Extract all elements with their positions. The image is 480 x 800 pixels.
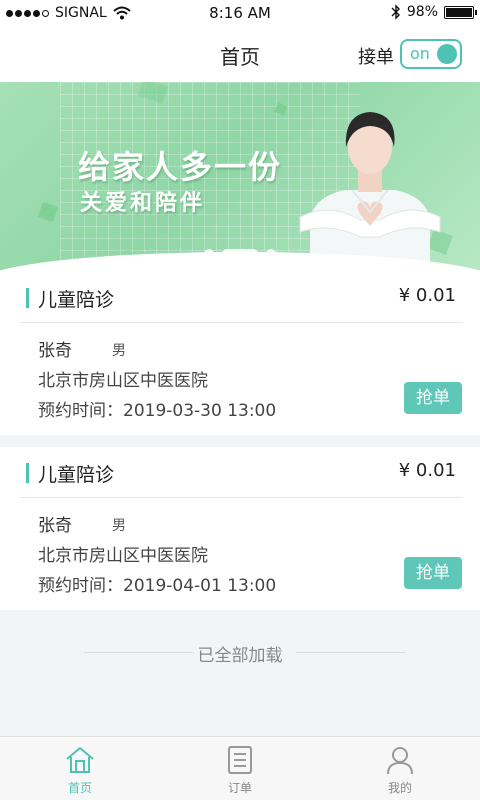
tab-home-label: 首页 [67,781,92,795]
order-card[interactable]: 儿童陪诊 ¥ 0.01 张奇 男 北京市房山区中医医院 预约时间：2019-04… [0,447,480,610]
tab-profile-label: 我的 [387,781,412,795]
decor-cube [37,201,59,223]
banner-subheadline: 关爱和陪伴 [80,191,206,216]
order-card-header: 儿童陪诊 ¥ 0.01 [0,447,480,497]
appointment-time: 预约时间：2019-04-01 13:00 [38,571,276,596]
status-bar: SIGNAL 8:16 AM 98% [0,0,480,26]
battery-icon [444,5,477,19]
tab-home[interactable]: 首页 [20,737,140,800]
bluetooth-icon [391,4,400,20]
appointment-time-value: 2019-03-30 13:00 [123,401,277,421]
all-loaded-indicator: 已全部加载 [0,640,480,666]
toggle-knob [437,44,457,64]
accept-orders-toggle[interactable]: on [400,39,462,69]
promo-banner[interactable]: 给家人多一份 关爱和陪伴 [0,82,480,272]
patient-name: 张奇 [38,341,72,361]
divider [20,322,462,323]
appointment-time: 预约时间：2019-03-30 13:00 [38,396,276,421]
title-accent-bar [26,288,29,308]
accept-orders-label: 接单 [358,47,394,68]
battery-percent: 98% [406,4,438,20]
banner-headline: 给家人多一份 [78,148,283,186]
order-service-title: 儿童陪诊 [38,289,115,311]
divider [20,497,462,498]
appointment-time-label: 预约时间： [38,401,123,421]
page-dot-active[interactable] [222,249,258,259]
bottom-tab-bar: 首页 订单 我的 [0,736,480,800]
patient-gender: 男 [112,343,126,359]
order-card-header: 儿童陪诊 ¥ 0.01 [0,272,480,322]
title-accent-bar [26,463,29,483]
home-icon [66,747,94,773]
order-price: ¥ 0.01 [398,460,456,481]
tab-profile[interactable]: 我的 [340,737,460,800]
profile-icon [387,747,413,775]
tab-orders-label: 订单 [227,781,252,795]
tab-orders[interactable]: 订单 [180,737,300,800]
all-loaded-text: 已全部加载 [197,646,283,666]
appointment-time-value: 2019-04-01 13:00 [123,576,277,596]
banner-pagination[interactable] [204,249,276,259]
nav-bar: 首页 接单 on [0,26,480,82]
appointment-time-label: 预约时间： [38,576,123,596]
patient-name: 张奇 [38,516,72,536]
order-service-title: 儿童陪诊 [38,464,115,486]
page-dot[interactable] [266,249,276,259]
toggle-state-text: on [410,44,430,63]
divider-right [296,652,406,653]
order-price: ¥ 0.01 [398,285,456,306]
hospital-name: 北京市房山区中医医院 [38,371,208,391]
orders-icon [228,746,252,774]
status-right: 98% [391,4,477,20]
hospital-name: 北京市房山区中医医院 [38,546,208,566]
order-card[interactable]: 儿童陪诊 ¥ 0.01 张奇 男 北京市房山区中医医院 预约时间：2019-03… [0,272,480,435]
grab-order-button[interactable]: 抢单 [404,382,462,414]
grab-order-button[interactable]: 抢单 [404,557,462,589]
page-dot[interactable] [204,249,214,259]
patient-gender: 男 [112,518,126,534]
doctor-illustration [299,112,441,272]
